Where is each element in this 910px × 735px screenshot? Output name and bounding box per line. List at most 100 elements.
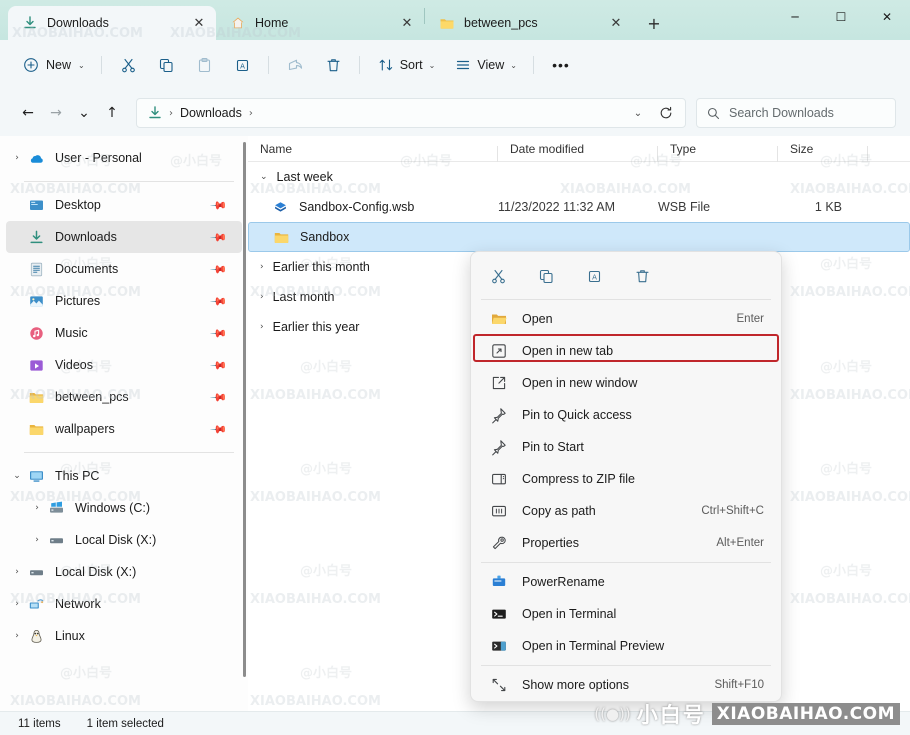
more-options-button[interactable]: ••• [543, 49, 579, 81]
pin-icon[interactable]: 📌 [210, 420, 229, 439]
context-menu-item-open-in-terminal-preview[interactable]: Open in Terminal Preview [474, 630, 778, 662]
search-box[interactable]: Search Downloads [696, 98, 896, 128]
delete-button[interactable] [627, 261, 657, 291]
address-bar-actions: ⌄ [625, 100, 679, 126]
sidebar-item-user-personal[interactable]: › User - Personal [6, 142, 242, 174]
context-menu-item-powerrename[interactable]: PowerRename [474, 566, 778, 598]
rename-button[interactable]: A [225, 49, 261, 81]
context-menu-item-properties[interactable]: Properties Alt+Enter [474, 527, 778, 559]
sidebar-divider-2 [24, 452, 234, 453]
sidebar-item-videos[interactable]: Videos 📌 [6, 349, 242, 381]
tab-home[interactable]: Home ✕ [216, 6, 424, 40]
view-button[interactable]: View ⌄ [446, 49, 526, 81]
pin-icon[interactable]: 📌 [210, 356, 229, 375]
folder-icon [439, 15, 455, 31]
context-menu-item-pin-to-start[interactable]: Pin to Start [474, 431, 778, 463]
download-icon [28, 229, 45, 246]
sidebar-item-windows-c[interactable]: › Windows (C:) [6, 492, 242, 524]
sidebar-item-downloads[interactable]: Downloads 📌 [6, 221, 242, 253]
address-dropdown-button[interactable]: ⌄ [625, 100, 651, 126]
rename-button[interactable]: A [579, 261, 609, 291]
powerrename-icon [490, 573, 508, 591]
chevron-right-icon[interactable]: › [6, 153, 28, 163]
chevron-right-icon[interactable]: › [26, 535, 48, 545]
context-menu-item-pin-to-quick-access[interactable]: Pin to Quick access [474, 399, 778, 431]
terminal-preview-icon [490, 637, 508, 655]
refresh-button[interactable] [653, 100, 679, 126]
context-menu-item-open[interactable]: Open Enter [474, 303, 778, 335]
pin-icon[interactable]: 📌 [210, 324, 229, 343]
sidebar-item-desktop[interactable]: Desktop 📌 [6, 189, 242, 221]
context-menu-item-open-in-terminal[interactable]: Open in Terminal [474, 598, 778, 630]
chevron-right-icon[interactable]: › [26, 503, 48, 513]
pin-icon[interactable]: 📌 [210, 388, 229, 407]
column-header-date-modified[interactable]: Date modified [498, 142, 658, 162]
chevron-right-icon[interactable]: › [6, 631, 28, 641]
column-header-size[interactable]: Size [778, 142, 868, 162]
sidebar-item-pictures[interactable]: Pictures 📌 [6, 285, 242, 317]
column-header-name[interactable]: Name [248, 142, 498, 162]
group-header-last-week[interactable]: ⌄ Last week [248, 162, 910, 192]
tab-between-pcs[interactable]: between_pcs ✕ [425, 6, 633, 40]
sidebar-item-wallpapers[interactable]: wallpapers 📌 [6, 413, 242, 445]
chevron-right-icon[interactable]: › [260, 322, 264, 332]
sidebar-item-documents[interactable]: Documents 📌 [6, 253, 242, 285]
up-button[interactable]: ↑ [98, 99, 126, 127]
delete-button[interactable] [316, 49, 352, 81]
context-menu-item-compress-to-zip[interactable]: Compress to ZIP file [474, 463, 778, 495]
close-icon[interactable]: ✕ [396, 12, 418, 34]
breadcrumb-downloads[interactable]: Downloads [180, 106, 242, 120]
sidebar-divider-1 [24, 181, 234, 182]
share-button[interactable] [278, 49, 314, 81]
cut-button[interactable] [483, 261, 513, 291]
tab-downloads[interactable]: Downloads ✕ [8, 6, 216, 40]
new-tab-button[interactable]: + [639, 8, 669, 38]
chevron-right-icon[interactable]: › [260, 292, 264, 302]
sidebar-item-this-pc[interactable]: ⌄ This PC [6, 460, 242, 492]
back-button[interactable]: ← [14, 99, 42, 127]
paste-button[interactable] [187, 49, 223, 81]
table-row-selected[interactable]: Sandbox [248, 222, 910, 252]
maximize-button[interactable]: ☐ [818, 0, 864, 33]
context-menu-item-label: Pin to Start [522, 440, 584, 454]
context-menu-item-show-more-options[interactable]: Show more options Shift+F10 [474, 669, 778, 701]
sidebar-item-between-pcs[interactable]: between_pcs 📌 [6, 381, 242, 413]
pin-icon[interactable]: 📌 [210, 196, 229, 215]
sidebar-scrollbar[interactable] [243, 142, 246, 677]
minimize-button[interactable]: ─ [772, 0, 818, 33]
close-icon[interactable]: ✕ [605, 12, 627, 34]
trash-icon [325, 57, 342, 74]
file-name-label: Sandbox [300, 230, 350, 244]
sidebar-item-local-disk-x-2[interactable]: › Local Disk (X:) [6, 556, 242, 588]
table-row[interactable]: Sandbox-Config.wsb 11/23/2022 11:32 AM W… [248, 192, 910, 222]
sidebar-item-local-disk-x-1[interactable]: › Local Disk (X:) [6, 524, 242, 556]
pin-icon[interactable]: 📌 [210, 292, 229, 311]
sidebar-item-music[interactable]: Music 📌 [6, 317, 242, 349]
close-button[interactable]: ✕ [864, 0, 910, 33]
close-icon[interactable]: ✕ [188, 12, 210, 34]
recent-locations-button[interactable]: ⌄ [70, 99, 98, 127]
chevron-down-icon[interactable]: ⌄ [260, 172, 268, 182]
chevron-right-icon[interactable]: › [260, 262, 264, 272]
pin-icon[interactable]: 📌 [210, 228, 229, 247]
sidebar-item-linux[interactable]: › Linux [6, 620, 242, 652]
new-button[interactable]: New ⌄ [14, 49, 94, 81]
sort-button[interactable]: Sort ⌄ [369, 49, 445, 81]
context-menu-item-copy-as-path[interactable]: Copy as path Ctrl+Shift+C [474, 495, 778, 527]
chevron-down-icon[interactable]: ⌄ [6, 471, 28, 481]
pin-icon[interactable]: 📌 [210, 260, 229, 279]
copy-button[interactable] [149, 49, 185, 81]
chevron-right-icon[interactable]: › [6, 599, 28, 609]
chevron-right-icon[interactable]: › [6, 567, 28, 577]
sidebar-item-label: between_pcs [55, 390, 129, 404]
sidebar-item-network[interactable]: › Network [6, 588, 242, 620]
column-header-type[interactable]: Type [658, 142, 778, 162]
context-menu-item-open-in-new-tab[interactable]: Open in new tab [474, 335, 778, 367]
address-bar[interactable]: › Downloads › ⌄ [136, 98, 686, 128]
toolbar-divider [100, 56, 102, 74]
copy-button[interactable] [531, 261, 561, 291]
context-menu-separator [481, 299, 771, 300]
context-menu-item-open-in-new-window[interactable]: Open in new window [474, 367, 778, 399]
forward-button[interactable]: → [42, 99, 70, 127]
cut-button[interactable] [111, 49, 147, 81]
